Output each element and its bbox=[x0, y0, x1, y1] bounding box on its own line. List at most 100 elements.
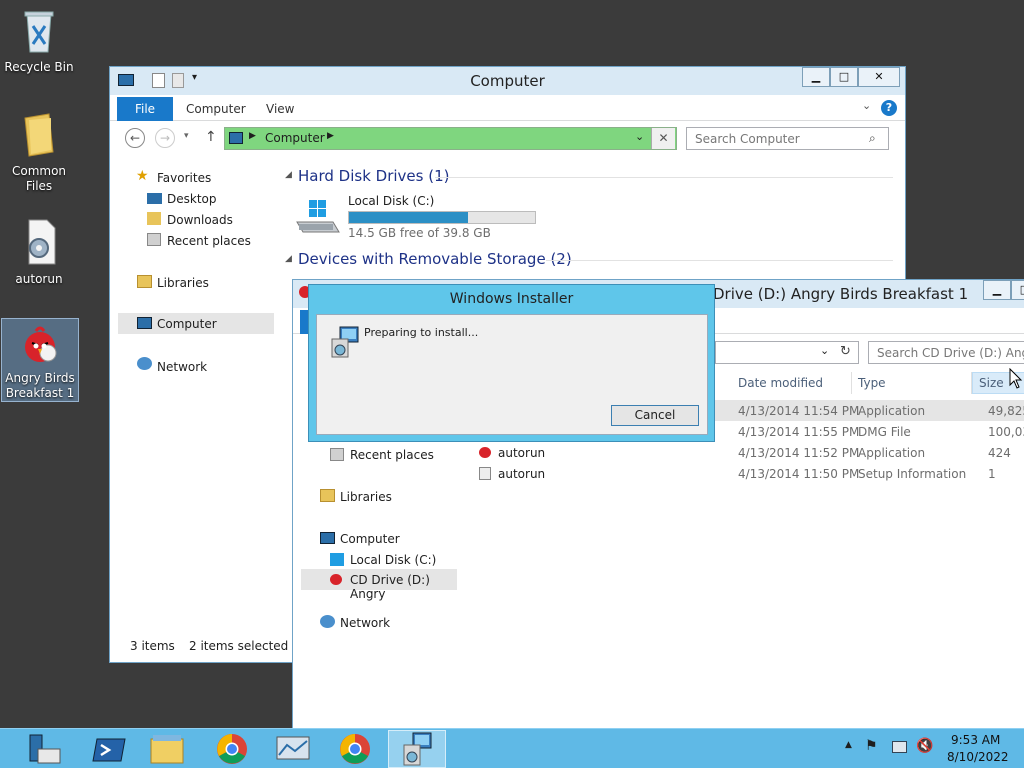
search-input[interactable]: Search Computer bbox=[695, 132, 800, 146]
chrome-icon bbox=[340, 734, 370, 764]
refresh-icon[interactable]: ↻ bbox=[840, 344, 851, 359]
column-size-label: Size bbox=[979, 376, 1004, 390]
status-selected: 2 items selected bbox=[189, 639, 289, 653]
taskbar-powershell[interactable] bbox=[80, 730, 138, 768]
computer-icon bbox=[229, 132, 243, 144]
cd-address-bar[interactable]: ⌄ ↻ bbox=[715, 341, 859, 364]
chevron-down-icon[interactable]: ⌄ bbox=[862, 99, 871, 112]
tab-view[interactable]: View bbox=[256, 97, 304, 121]
file-date: 4/13/2014 11:50 PM bbox=[738, 467, 860, 481]
cd-search-box[interactable]: Search CD Drive (D:) Angry Birds Breakfa… bbox=[868, 341, 1024, 364]
cancel-button[interactable]: Cancel bbox=[611, 405, 699, 426]
chevron-down-icon[interactable]: ⌄ bbox=[820, 344, 829, 357]
nav-network[interactable]: Network bbox=[157, 360, 207, 374]
nav-downloads[interactable]: Downloads bbox=[167, 213, 233, 227]
mouse-cursor-icon bbox=[1009, 368, 1023, 389]
address-text: Computer bbox=[265, 131, 325, 145]
installer-icon bbox=[331, 326, 359, 358]
show-hidden-icons-icon[interactable]: ▲ bbox=[845, 740, 852, 750]
search-box[interactable]: Search Computer ⌕ bbox=[686, 127, 889, 150]
taskbar-installer[interactable] bbox=[388, 730, 446, 768]
minimize-button[interactable]: ▁ bbox=[802, 67, 830, 87]
back-button[interactable]: ← bbox=[125, 128, 145, 148]
drive-usage-fill bbox=[349, 212, 469, 223]
recent-locations-icon[interactable]: ▾ bbox=[184, 131, 189, 141]
nav-libraries[interactable]: Libraries bbox=[340, 490, 392, 504]
ribbon: File Computer View ⌄ ? bbox=[110, 97, 905, 121]
nav-libraries[interactable]: Libraries bbox=[157, 276, 209, 290]
network-icon bbox=[137, 357, 152, 370]
computer-icon bbox=[320, 532, 335, 544]
volume-muted-icon[interactable]: 🔇 bbox=[916, 738, 933, 754]
up-button[interactable]: ↑ bbox=[205, 129, 217, 145]
column-date-modified[interactable]: Date modified bbox=[738, 376, 823, 390]
forward-button[interactable]: → bbox=[155, 128, 175, 148]
file-type: Application bbox=[858, 404, 926, 418]
nav-desktop[interactable]: Desktop bbox=[167, 192, 217, 206]
angry-bird-icon bbox=[479, 447, 491, 458]
network-tray-icon[interactable] bbox=[892, 741, 907, 753]
title-bar[interactable]: ▾ Computer ▁ □ ✕ bbox=[110, 67, 905, 95]
cd-navigation-pane: Recent places Libraries Computer Local D… bbox=[293, 440, 461, 730]
desktop-icon-label: Recycle Bin bbox=[4, 60, 74, 74]
libraries-icon bbox=[320, 489, 335, 502]
nav-recent-places[interactable]: Recent places bbox=[167, 234, 251, 248]
favorites-icon: ★ bbox=[136, 168, 149, 184]
file-row[interactable]: autorun 4/13/2014 11:50 PM Setup Informa… bbox=[463, 463, 1024, 484]
desktop-icon-recycle-bin[interactable]: Recycle Bin bbox=[0, 6, 78, 75]
clock-date[interactable]: 8/10/2022 bbox=[947, 750, 1009, 764]
taskbar-server-manager[interactable] bbox=[15, 730, 73, 768]
tab-computer[interactable]: Computer bbox=[176, 97, 256, 121]
taskbar-chrome[interactable] bbox=[203, 730, 261, 768]
powershell-icon bbox=[92, 738, 126, 762]
nav-network[interactable]: Network bbox=[340, 616, 390, 630]
nav-local-disk[interactable]: Local Disk (C:) bbox=[350, 553, 436, 567]
nav-recent-places[interactable]: Recent places bbox=[350, 448, 434, 462]
desktop-icon bbox=[147, 193, 162, 204]
file-name: autorun bbox=[498, 446, 546, 460]
downloads-icon bbox=[147, 212, 161, 225]
chevron-down-icon[interactable]: ⌄ bbox=[635, 130, 644, 143]
file-size: 100,032 bbox=[988, 425, 1024, 439]
drive-c-tile[interactable]: Local Disk (C:) 14.5 GB free of 39.8 GB bbox=[293, 192, 553, 242]
recycle-bin-icon bbox=[24, 11, 54, 53]
taskbar-performance-monitor[interactable] bbox=[264, 730, 322, 768]
cancel-button-label: Cancel bbox=[634, 408, 676, 422]
nav-cd-drive-selected[interactable]: CD Drive (D:) Angry bbox=[301, 569, 457, 601]
maximize-button[interactable]: □ bbox=[1011, 280, 1024, 300]
action-center-flag-icon[interactable]: ⚑ bbox=[865, 738, 878, 754]
desktop-icon-autorun[interactable]: autorun bbox=[0, 218, 78, 287]
taskbar-file-explorer[interactable] bbox=[138, 730, 196, 768]
desktop-icon-common-files[interactable]: Common Files bbox=[0, 110, 78, 194]
clear-address-button[interactable]: ✕ bbox=[651, 128, 675, 149]
address-bar[interactable]: ▶ Computer ▶ ⌄ bbox=[224, 127, 677, 150]
nav-favorites[interactable]: Favorites bbox=[157, 171, 211, 185]
setup-file-icon bbox=[479, 467, 491, 480]
file-size: 1 bbox=[988, 467, 996, 481]
section-hard-disks[interactable]: Hard Disk Drives (1) bbox=[298, 167, 449, 185]
file-type: DMG File bbox=[858, 425, 911, 439]
desktop-icon-label: Angry Birds Breakfast 1 bbox=[5, 371, 75, 400]
search-input[interactable]: Search CD Drive (D:) Angry Birds Breakfa… bbox=[877, 346, 1024, 360]
nav-computer-selected[interactable]: Computer bbox=[118, 313, 274, 334]
desktop-icon-label: Common Files bbox=[11, 164, 67, 193]
column-divider bbox=[851, 372, 852, 394]
section-arrow-icon: ◢ bbox=[285, 254, 292, 264]
taskbar-chrome-2[interactable] bbox=[326, 730, 384, 768]
maximize-button[interactable]: □ bbox=[830, 67, 858, 87]
file-date: 4/13/2014 11:54 PM bbox=[738, 404, 860, 418]
help-icon[interactable]: ? bbox=[881, 100, 897, 116]
performance-monitor-icon bbox=[276, 736, 310, 760]
section-removable[interactable]: Devices with Removable Storage (2) bbox=[298, 250, 572, 268]
minimize-button[interactable]: ▁ bbox=[983, 280, 1011, 300]
section-arrow-icon: ◢ bbox=[285, 170, 292, 180]
clock-time[interactable]: 9:53 AM bbox=[951, 733, 1000, 747]
column-type[interactable]: Type bbox=[858, 376, 886, 390]
nav-computer[interactable]: Computer bbox=[340, 532, 400, 546]
file-type: Application bbox=[858, 446, 926, 460]
file-row[interactable]: autorun 4/13/2014 11:52 PM Application 4… bbox=[463, 442, 1024, 463]
desktop-icon-angry-birds[interactable]: Angry Birds Breakfast 1 bbox=[1, 318, 79, 402]
tab-file[interactable]: File bbox=[117, 97, 173, 121]
angry-bird-icon bbox=[330, 574, 342, 585]
close-button[interactable]: ✕ bbox=[858, 67, 900, 87]
